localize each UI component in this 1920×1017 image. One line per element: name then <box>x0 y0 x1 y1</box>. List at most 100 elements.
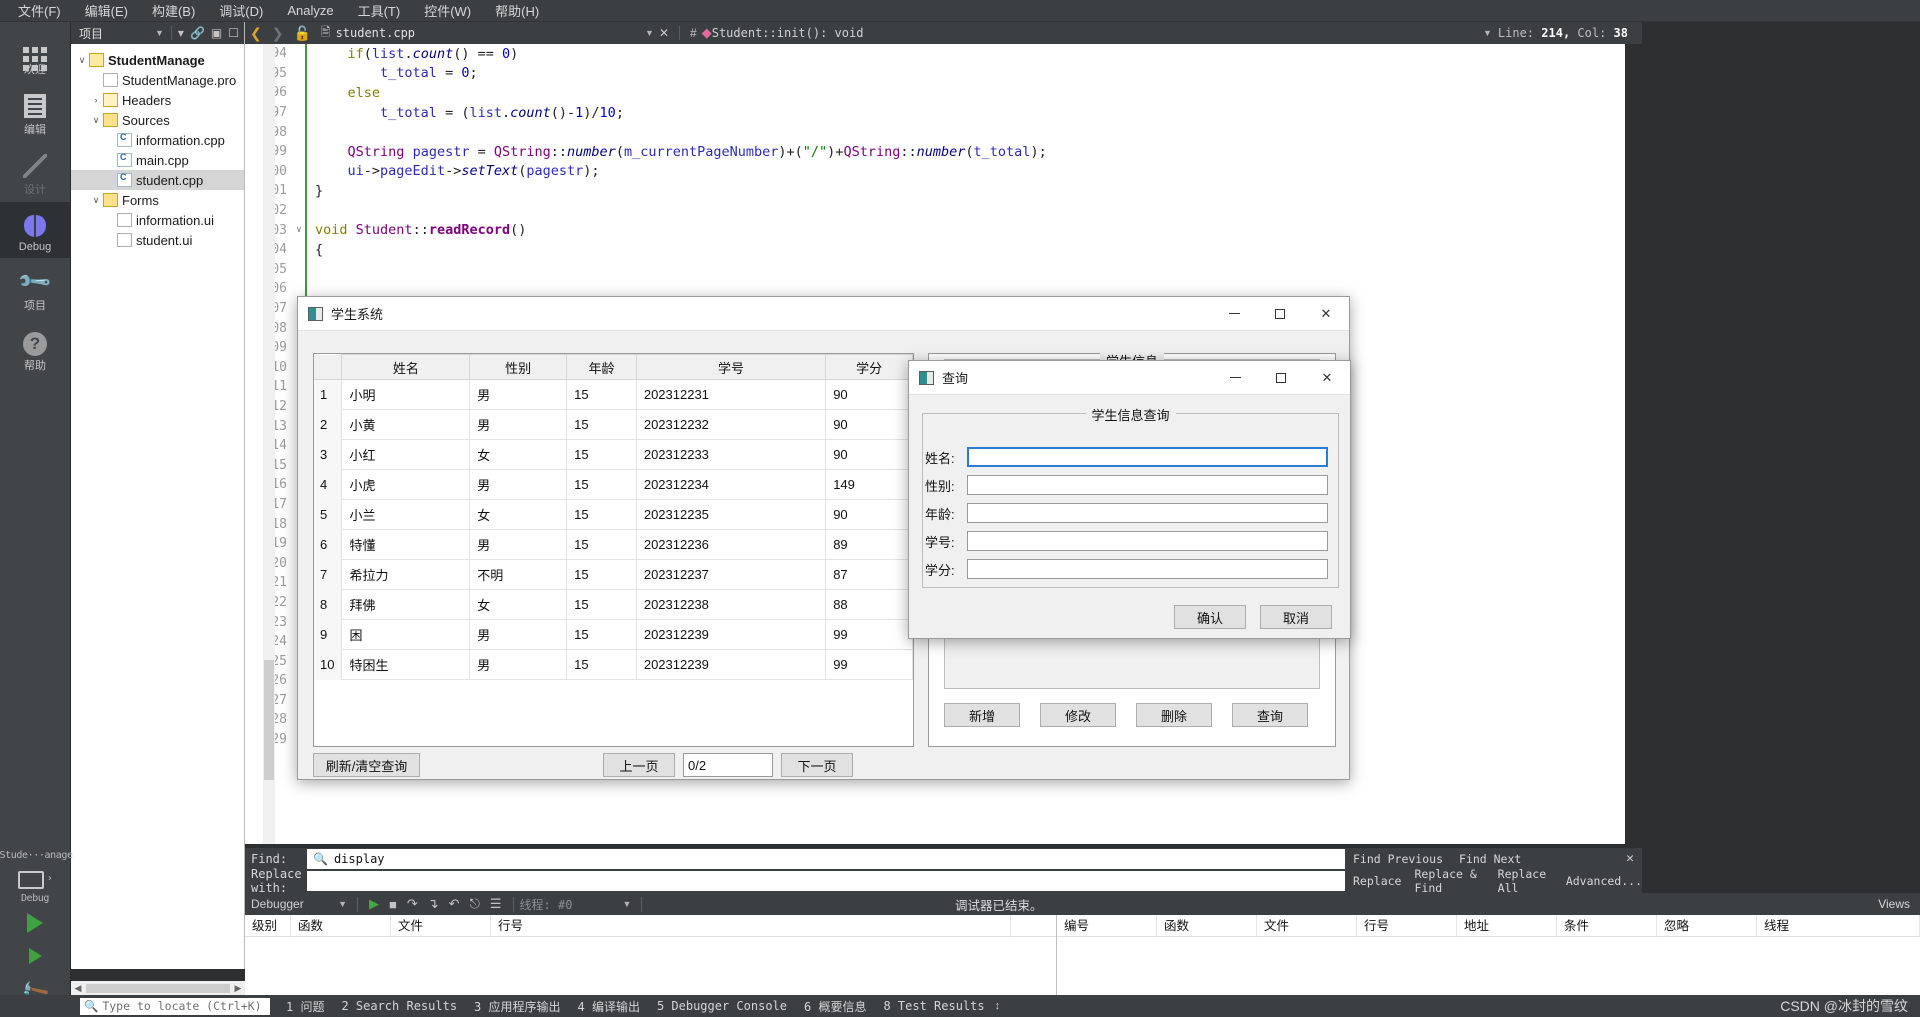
table-cell[interactable]: 女 <box>469 499 568 530</box>
query-close-button[interactable]: ✕ <box>1304 361 1350 395</box>
close-find-bar-icon[interactable]: ✕ <box>1626 851 1634 866</box>
code-line[interactable]: 300 ui->pageEdit->setText(pagestr); <box>245 161 1625 182</box>
confirm-button[interactable]: 确认 <box>1174 605 1246 629</box>
table-cell[interactable]: 小明 <box>341 379 471 410</box>
code-line[interactable]: 303 ∨ void Student::readRecord() <box>245 220 1625 240</box>
tree-item-forms[interactable]: ∨ Forms <box>71 190 244 210</box>
step-over-icon[interactable]: ↷ <box>402 896 423 912</box>
row-number[interactable]: 6 <box>314 529 343 560</box>
table-cell[interactable]: 99 <box>825 649 913 680</box>
table-cell[interactable]: 202312237 <box>635 559 827 590</box>
row-number[interactable]: 7 <box>314 559 343 590</box>
step-into-icon[interactable]: ↴ <box>423 896 444 912</box>
line-col-indicator[interactable]: Line: 214, Col: 38 <box>1498 26 1628 40</box>
table-cell[interactable]: 不明 <box>469 559 568 590</box>
code-line[interactable]: 295 t_total = 0; <box>245 63 1625 84</box>
code-line[interactable]: 296 else <box>245 83 1625 103</box>
advanced-button[interactable]: Advanced... <box>1566 874 1642 888</box>
table-cell[interactable]: 202312232 <box>635 409 827 440</box>
query-field-input-4[interactable] <box>967 559 1328 579</box>
table-cell[interactable]: 女 <box>469 439 568 470</box>
table-cell[interactable]: 男 <box>469 649 568 680</box>
query-field-input-3[interactable] <box>967 531 1328 551</box>
scroll-left-icon[interactable]: ◀ <box>71 983 85 994</box>
code-line[interactable]: 294 if(list.count() == 0) <box>245 44 1625 64</box>
file-dropdown-icon[interactable]: ▼ <box>645 28 654 38</box>
menu-item-analyze[interactable]: Analyze <box>275 1 345 20</box>
mode-help[interactable]: ? 帮助 <box>0 318 71 378</box>
column-header-行号[interactable]: 行号 <box>1357 914 1457 937</box>
table-row[interactable]: 2 小黄男 15 202312232 90 <box>314 409 913 440</box>
row-number[interactable]: 10 <box>314 649 343 680</box>
filter-icon[interactable]: ▾ <box>175 26 187 40</box>
table-cell[interactable]: 99 <box>825 619 913 650</box>
output-tab-5[interactable]: 6 概要信息 <box>804 998 866 1015</box>
table-cell[interactable]: 男 <box>469 409 568 440</box>
table-cell[interactable]: 88 <box>825 589 913 620</box>
query-field-input-2[interactable] <box>967 503 1328 523</box>
find-input[interactable]: 🔍 display ✕ <box>307 849 1412 869</box>
query-minimize-button[interactable] <box>1212 361 1258 395</box>
student-maximize-button[interactable] <box>1257 297 1303 331</box>
tree-item-sources[interactable]: ∨ Sources <box>71 110 244 130</box>
student-close-button[interactable]: ✕ <box>1303 297 1349 331</box>
nav-back-icon[interactable]: ❮ <box>245 25 267 42</box>
student-table[interactable]: 姓名 性别 年龄 学号 学分 1 小明男 15 202312231 90 2 小黄男 15 2023122… <box>314 354 913 680</box>
current-symbol[interactable]: Student::init(): void <box>712 26 864 40</box>
table-cell[interactable]: 90 <box>825 499 913 530</box>
restart-icon[interactable]: ⎋ <box>465 896 485 912</box>
table-row[interactable]: 1 小明男 15 202312231 90 <box>314 379 913 410</box>
debug-run-button[interactable] <box>0 942 71 973</box>
mode-edit[interactable]: 编辑 <box>0 82 71 142</box>
code-line[interactable]: 305 <box>245 259 1625 280</box>
link-icon[interactable]: 🔗 <box>187 26 208 40</box>
row-number[interactable]: 3 <box>314 439 343 470</box>
column-header-1[interactable]: 姓名 <box>341 354 471 380</box>
column-header-2[interactable]: 性别 <box>469 354 568 380</box>
table-cell[interactable]: 202312231 <box>635 379 827 410</box>
project-hscrollbar[interactable]: ◀ ▶ <box>71 981 245 995</box>
student-dialog-titlebar[interactable]: 学生系统 ✕ <box>298 297 1349 331</box>
column-header-文件[interactable]: 文件 <box>1257 914 1357 937</box>
output-tab-4[interactable]: 5 Debugger Console <box>657 999 787 1013</box>
table-cell[interactable]: 小黄 <box>341 409 471 440</box>
table-row[interactable]: 6 特懂男 15 202312236 89 <box>314 529 913 560</box>
table-cell[interactable]: 202312235 <box>635 499 827 530</box>
column-header-函数[interactable]: 函数 <box>291 914 391 937</box>
row-number[interactable]: 9 <box>314 619 343 650</box>
code-line[interactable]: 302 <box>245 200 1625 221</box>
lock-icon[interactable]: 🔓 <box>288 25 315 42</box>
stack-pane-header[interactable]: 级别 函数 文件 行号 <box>245 914 1056 937</box>
output-tab-2[interactable]: 3 应用程序输出 <box>474 998 560 1015</box>
add-button[interactable]: 新增 <box>944 703 1020 727</box>
column-header-地址[interactable]: 地址 <box>1457 914 1557 937</box>
chevron-down-icon[interactable]: ▼ <box>151 28 168 38</box>
column-header-文件[interactable]: 文件 <box>391 914 491 937</box>
menu-item-tools[interactable]: 工具(T) <box>346 0 413 22</box>
column-header-5[interactable]: 学分 <box>825 354 913 380</box>
table-row[interactable]: 10 特困生男 15 202312239 99 <box>314 649 913 680</box>
table-cell[interactable]: 202312239 <box>635 619 827 650</box>
code-line[interactable]: 299 QString pagestr = QString::number(m_… <box>245 141 1625 162</box>
mode-design[interactable]: 设计 <box>0 142 71 202</box>
previous-page-button[interactable]: 上一页 <box>603 753 675 777</box>
table-cell[interactable]: 男 <box>469 469 568 500</box>
thread-dropdown-icon[interactable]: ▼ <box>622 899 635 909</box>
symbol-dropdown-icon[interactable]: ▼ <box>1483 28 1492 38</box>
find-next-button[interactable]: Find Next <box>1459 852 1521 866</box>
table-cell[interactable]: 小兰 <box>341 499 471 530</box>
nav-forward-icon[interactable]: ❯ <box>267 25 289 42</box>
chevron-down-icon[interactable]: ∨ <box>75 55 89 66</box>
table-cell[interactable]: 15 <box>566 379 637 410</box>
mode-projects[interactable]: 🔧 项目 <box>0 258 71 318</box>
fold-marker[interactable]: ∨ <box>293 225 305 235</box>
split-icon[interactable]: # <box>685 26 702 40</box>
table-cell[interactable]: 15 <box>566 409 637 440</box>
table-row[interactable]: 5 小兰女 15 202312235 90 <box>314 499 913 530</box>
table-cell[interactable]: 男 <box>469 619 568 650</box>
code-line[interactable]: 297 t_total = (list.count()-1)/10; <box>245 102 1625 123</box>
code-line[interactable]: 304{ <box>245 239 1625 260</box>
table-cell[interactable]: 202312236 <box>635 529 827 560</box>
step-out-icon[interactable]: ↶ <box>444 896 465 912</box>
column-header-行号[interactable]: 行号 <box>491 914 1011 937</box>
